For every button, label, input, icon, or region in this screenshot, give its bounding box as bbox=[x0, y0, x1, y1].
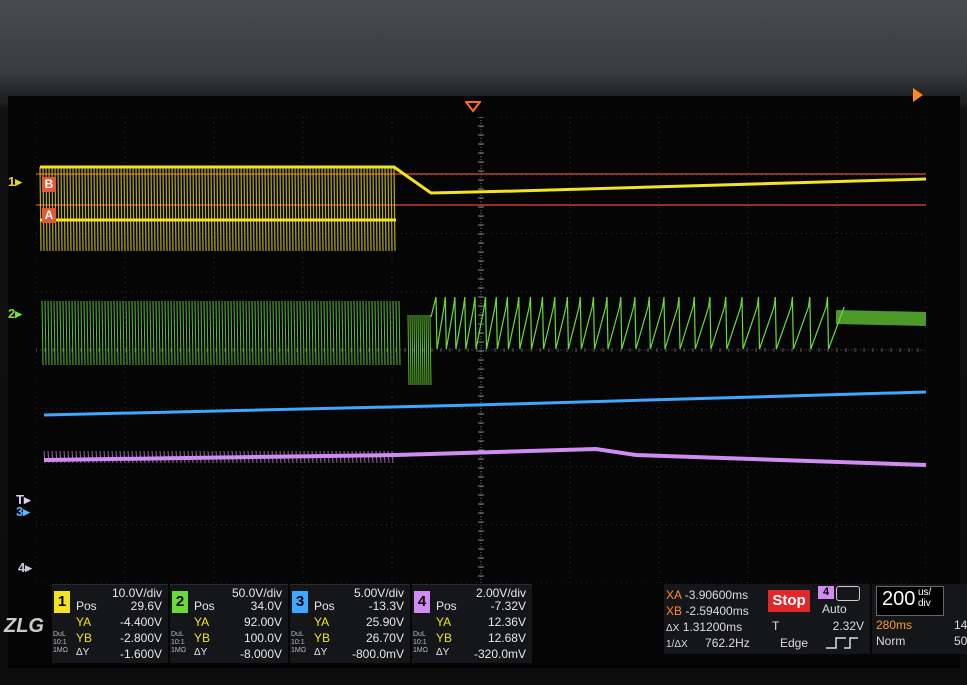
ch4-volts-per-div: 2.00V/div bbox=[475, 586, 526, 600]
dx-value: 1.31200ms bbox=[682, 620, 743, 634]
ch2-trace-tail bbox=[430, 296, 845, 350]
ch1-panel[interactable]: 1 10.0V/div Pos 29.6V YA -4.400V YB -2.8… bbox=[52, 584, 168, 663]
inv-dx-label: 1/ΔX bbox=[666, 639, 688, 650]
ch3-trace bbox=[43, 390, 926, 417]
ch2-probe-ratio: 10:1 bbox=[171, 639, 185, 646]
ch1-number: 1 bbox=[54, 591, 70, 613]
ch2-pos-value: 34.0V bbox=[250, 599, 282, 613]
ch1-coupling: DuL bbox=[53, 631, 66, 638]
ch2-marker[interactable]: 2▸ bbox=[8, 306, 22, 322]
oscilloscope-bezel bbox=[0, 0, 967, 100]
trigger-source: 4 bbox=[818, 586, 834, 599]
ch2-ya-label: YA bbox=[194, 615, 210, 629]
ch2-ya-value: 92.00V bbox=[243, 615, 282, 629]
acquisition-mode: Norm bbox=[876, 634, 906, 648]
run-stop-status[interactable]: Stop bbox=[768, 590, 810, 612]
ch3-number: 3 bbox=[292, 591, 308, 613]
ch2-panel[interactable]: 2 50.0V/div Pos 34.0V YA 92.00V YB 100.0… bbox=[170, 584, 288, 663]
ch3-ya-label: YA bbox=[314, 615, 330, 629]
ch3-impedance: 1MΩ bbox=[291, 647, 306, 654]
ch4-dy-value: -320.0mV bbox=[473, 647, 526, 661]
edge-trigger-icon bbox=[826, 637, 858, 649]
ch1-pos-label: Pos bbox=[76, 599, 97, 613]
trigger-type: Edge bbox=[780, 636, 809, 650]
ch3-ya-value: 25.90V bbox=[365, 615, 404, 629]
ch2-yb-value: 100.0V bbox=[243, 631, 282, 645]
ch3-dy-label: ΔY bbox=[314, 647, 328, 658]
ch2-trace-band bbox=[41, 300, 401, 366]
ch4-dy-label: ΔY bbox=[436, 647, 450, 658]
cursor-measurements[interactable]: XA -3.90600ms XB -2.59400ms ΔX 1.31200ms… bbox=[664, 584, 766, 654]
ch3-panel[interactable]: 3 5.00V/div Pos -13.3V YA 25.90V YB 26.7… bbox=[290, 584, 410, 663]
ch4-marker[interactable]: 4▸ bbox=[18, 560, 32, 576]
ch3-volts-per-div: 5.00V/div bbox=[353, 586, 404, 600]
ch1-volts-per-div: 10.0V/div bbox=[111, 586, 162, 600]
ch3-dy-value: -800.0mV bbox=[351, 647, 404, 661]
ch4-impedance: 1MΩ bbox=[413, 647, 428, 654]
brand-logo: ZLG bbox=[4, 615, 44, 637]
ch3-yb-value: 26.70V bbox=[365, 631, 404, 645]
xa-label: XA bbox=[666, 588, 682, 602]
ch1-yb-value: -2.800V bbox=[119, 631, 162, 645]
ch2-impedance: 1MΩ bbox=[171, 647, 186, 654]
timebase-unit-top: us/ bbox=[918, 587, 932, 598]
trigger-position-marker bbox=[465, 101, 481, 113]
xb-value: -2.59400ms bbox=[685, 604, 749, 618]
xa-value: -3.90600ms bbox=[684, 588, 749, 602]
trigger-level: 2.32V bbox=[832, 619, 864, 633]
trigger-mode: Auto bbox=[822, 602, 847, 616]
ch4-yb-label: YB bbox=[436, 631, 453, 645]
ch3-probe-ratio: 10:1 bbox=[291, 639, 305, 646]
waveform-display bbox=[36, 117, 926, 583]
ch2-yb-label: YB bbox=[194, 631, 211, 645]
dx-label: ΔX bbox=[666, 623, 680, 634]
ch4-ya-label: YA bbox=[436, 615, 452, 629]
trigger-panel[interactable]: Stop 4 Auto T 2.32V Edge bbox=[766, 584, 870, 654]
ch1-ya-label: YA bbox=[76, 615, 92, 629]
ch2-trace-end bbox=[835, 310, 926, 326]
trigger-level-label: T bbox=[772, 619, 780, 633]
ch4-yb-value: 12.68V bbox=[487, 631, 526, 645]
ch4-ya-value: 12.36V bbox=[487, 615, 526, 629]
ch3-coupling: DuL bbox=[291, 631, 304, 638]
cursor-b-label[interactable]: B bbox=[42, 177, 56, 192]
timebase-panel[interactable]: 200 us/ div 280ms Norm 14 500 bbox=[872, 584, 967, 654]
ch4-pos-value: -7.32V bbox=[490, 599, 526, 613]
ch2-dy-value: -8.000V bbox=[239, 647, 282, 661]
ch3-yb-label: YB bbox=[314, 631, 331, 645]
ch1-marker[interactable]: 1▸ bbox=[8, 174, 22, 190]
timebase-unit-bottom: div bbox=[918, 598, 931, 609]
timebase-extra-1: 14 bbox=[954, 618, 967, 632]
ch1-ya-value: -4.400V bbox=[119, 615, 162, 629]
timebase-delay: 280ms bbox=[876, 618, 913, 632]
ch2-volts-per-div: 50.0V/div bbox=[231, 586, 282, 600]
timebase-value: 200 bbox=[882, 588, 916, 610]
ch1-probe-ratio: 10:1 bbox=[53, 639, 67, 646]
ch4-pos-label: Pos bbox=[436, 599, 457, 613]
ch2-number: 2 bbox=[172, 591, 188, 613]
ch2-dy-label: ΔY bbox=[194, 647, 208, 658]
ch1-yb-label: YB bbox=[76, 631, 93, 645]
ch4-probe-ratio: 10:1 bbox=[413, 639, 427, 646]
ch1-trace-band bbox=[39, 166, 396, 252]
ch3-marker[interactable]: 3▸ bbox=[16, 504, 30, 520]
ch2-coupling: DuL bbox=[171, 631, 184, 638]
ch3-pos-label: Pos bbox=[314, 599, 335, 613]
xb-label: XB bbox=[666, 604, 683, 618]
cursor-a-label[interactable]: A bbox=[42, 208, 56, 223]
trigger-slope-icon bbox=[836, 586, 860, 601]
ch4-panel[interactable]: 4 2.00V/div Pos -7.32V YA 12.36V YB 12.6… bbox=[412, 584, 532, 663]
inv-dx-value: 762.2Hz bbox=[705, 636, 750, 650]
timebase-extra-2: 500 bbox=[954, 634, 967, 648]
ch1-dy-value: -1.600V bbox=[119, 647, 162, 661]
ch1-pos-value: 29.6V bbox=[130, 599, 162, 613]
ch4-coupling: DuL bbox=[413, 631, 426, 638]
ch1-impedance: 1MΩ bbox=[53, 647, 68, 654]
trigger-offscreen-marker bbox=[913, 88, 923, 102]
ch4-number: 4 bbox=[414, 591, 430, 613]
ch1-dy-label: ΔY bbox=[76, 647, 90, 658]
ch2-pos-label: Pos bbox=[194, 599, 215, 613]
ch3-pos-value: -13.3V bbox=[368, 599, 404, 613]
